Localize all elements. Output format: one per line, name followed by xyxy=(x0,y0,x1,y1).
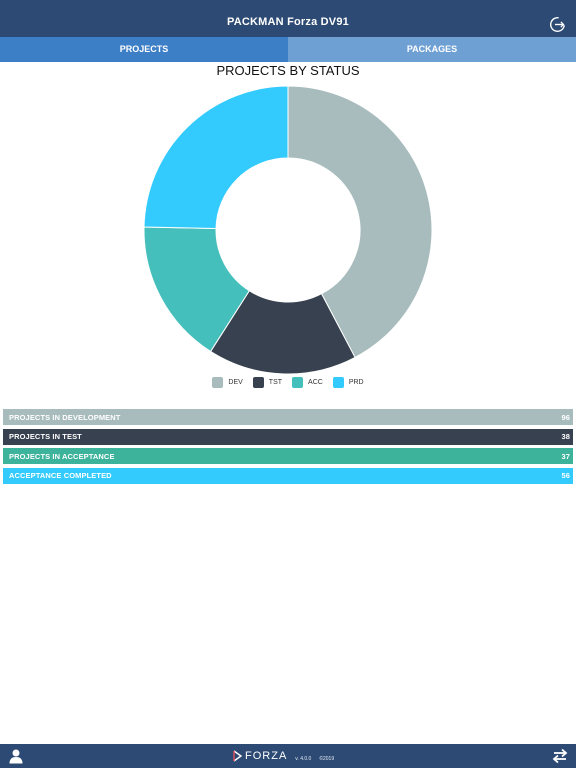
status-row-count: 38 xyxy=(561,432,570,441)
legend-label: DEV xyxy=(228,379,243,386)
status-row-count: 37 xyxy=(561,451,570,461)
legend-swatch xyxy=(292,377,304,388)
legend-item-dev[interactable]: DEV xyxy=(212,377,243,388)
status-row-label: PROJECTS IN TEST xyxy=(9,432,82,441)
brand-logo: FORZA v. 4.0.0 ©2019 xyxy=(233,748,334,764)
donut-slice-prd[interactable] xyxy=(143,85,289,230)
tab-bar: PROJECTS PACKAGES xyxy=(0,37,576,62)
copyright: ©2019 xyxy=(319,756,335,762)
app-header: PACKMAN Forza DV91 xyxy=(0,0,576,37)
status-row[interactable]: PROJECTS IN ACCEPTANCE 37 xyxy=(3,448,573,464)
app-title: PACKMAN Forza DV91 xyxy=(227,16,349,28)
chart-legend: DEV TST ACC PRD xyxy=(0,377,576,388)
status-row-count: 56 xyxy=(561,471,570,480)
legend-label: ACC xyxy=(308,379,323,386)
brand-name: FORZA xyxy=(245,750,288,762)
status-row-count: 96 xyxy=(561,412,570,422)
status-row[interactable]: ACCEPTANCE COMPLETED 56 xyxy=(3,467,573,484)
logout-icon[interactable] xyxy=(549,16,566,33)
legend-swatch xyxy=(212,377,224,388)
tab-packages[interactable]: PACKAGES xyxy=(288,37,576,62)
status-row[interactable]: PROJECTS IN DEVELOPMENT 96 xyxy=(3,409,573,425)
status-row-label: ACCEPTANCE COMPLETED xyxy=(9,471,112,480)
status-summary-list: PROJECTS IN DEVELOPMENT 96 PROJECTS IN TES… xyxy=(3,409,573,487)
status-row-label: PROJECTS IN ACCEPTANCE xyxy=(9,451,115,461)
tab-projects[interactable]: PROJECTS xyxy=(0,37,288,62)
status-row-label: PROJECTS IN DEVELOPMENT xyxy=(9,412,121,422)
chart-title: PROJECTS BY STATUS xyxy=(216,63,360,78)
legend-label: PRD xyxy=(348,379,364,386)
legend-label: TST xyxy=(268,379,283,386)
app-version: v. 4.0.0 xyxy=(295,756,312,762)
status-row[interactable]: PROJECTS IN TEST 38 xyxy=(3,428,573,445)
legend-swatch xyxy=(332,377,344,388)
legend-swatch xyxy=(252,377,264,388)
legend-item-acc[interactable]: ACC xyxy=(292,377,323,388)
legend-item-prd[interactable]: PRD xyxy=(332,377,364,388)
legend-item-tst[interactable]: TST xyxy=(252,377,283,388)
status-donut-chart xyxy=(143,85,433,375)
forza-logo-mark xyxy=(233,750,243,762)
app-footer: FORZA v. 4.0.0 ©2019 xyxy=(0,744,576,768)
swap-icon[interactable] xyxy=(552,748,568,764)
user-icon[interactable] xyxy=(8,748,24,764)
